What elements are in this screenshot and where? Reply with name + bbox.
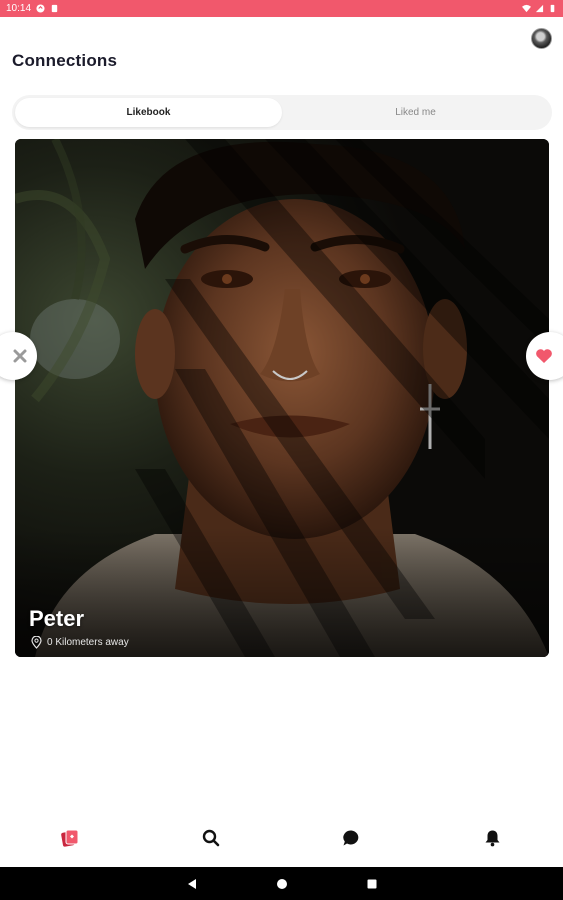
- bottom-nav: [0, 808, 563, 867]
- profile-distance: 0 Kilometers away: [31, 636, 129, 649]
- recents-icon[interactable]: [366, 878, 378, 890]
- nav-item-likebook[interactable]: [0, 808, 141, 867]
- app-notification-icon: [36, 4, 45, 13]
- status-right: [522, 4, 557, 13]
- user-avatar[interactable]: [531, 28, 552, 49]
- battery-icon: [550, 4, 555, 13]
- close-icon: [13, 349, 27, 363]
- cards-icon: [61, 829, 79, 847]
- profile-photo: [15, 139, 549, 657]
- tab-liked-me[interactable]: Liked me: [282, 98, 549, 127]
- status-left: 10:14: [6, 3, 59, 14]
- status-bar: 10:14: [0, 0, 563, 17]
- distance-text: 0 Kilometers away: [47, 637, 129, 648]
- back-icon[interactable]: [186, 878, 198, 890]
- location-pin-icon: [31, 636, 42, 649]
- profile-name: Peter: [29, 606, 85, 631]
- nav-item-chat[interactable]: [282, 808, 423, 867]
- page-title: Connections: [12, 51, 118, 70]
- home-icon[interactable]: [276, 878, 288, 890]
- bell-icon: [485, 830, 500, 846]
- connections-tabs: Likebook Liked me: [12, 95, 552, 130]
- wifi-icon: [522, 4, 531, 13]
- signal-icon: [535, 4, 544, 13]
- heart-icon: [536, 349, 552, 363]
- profile-card[interactable]: Peter 0 Kilometers away: [15, 139, 549, 657]
- nav-item-search[interactable]: [141, 808, 282, 867]
- system-nav-bar: [0, 867, 563, 900]
- status-time: 10:14: [6, 3, 32, 14]
- nav-item-notifications[interactable]: [422, 808, 563, 867]
- sim-card-icon: [51, 4, 58, 13]
- tab-likebook[interactable]: Likebook: [15, 98, 282, 127]
- chat-icon: [343, 829, 359, 845]
- search-icon: [202, 829, 220, 846]
